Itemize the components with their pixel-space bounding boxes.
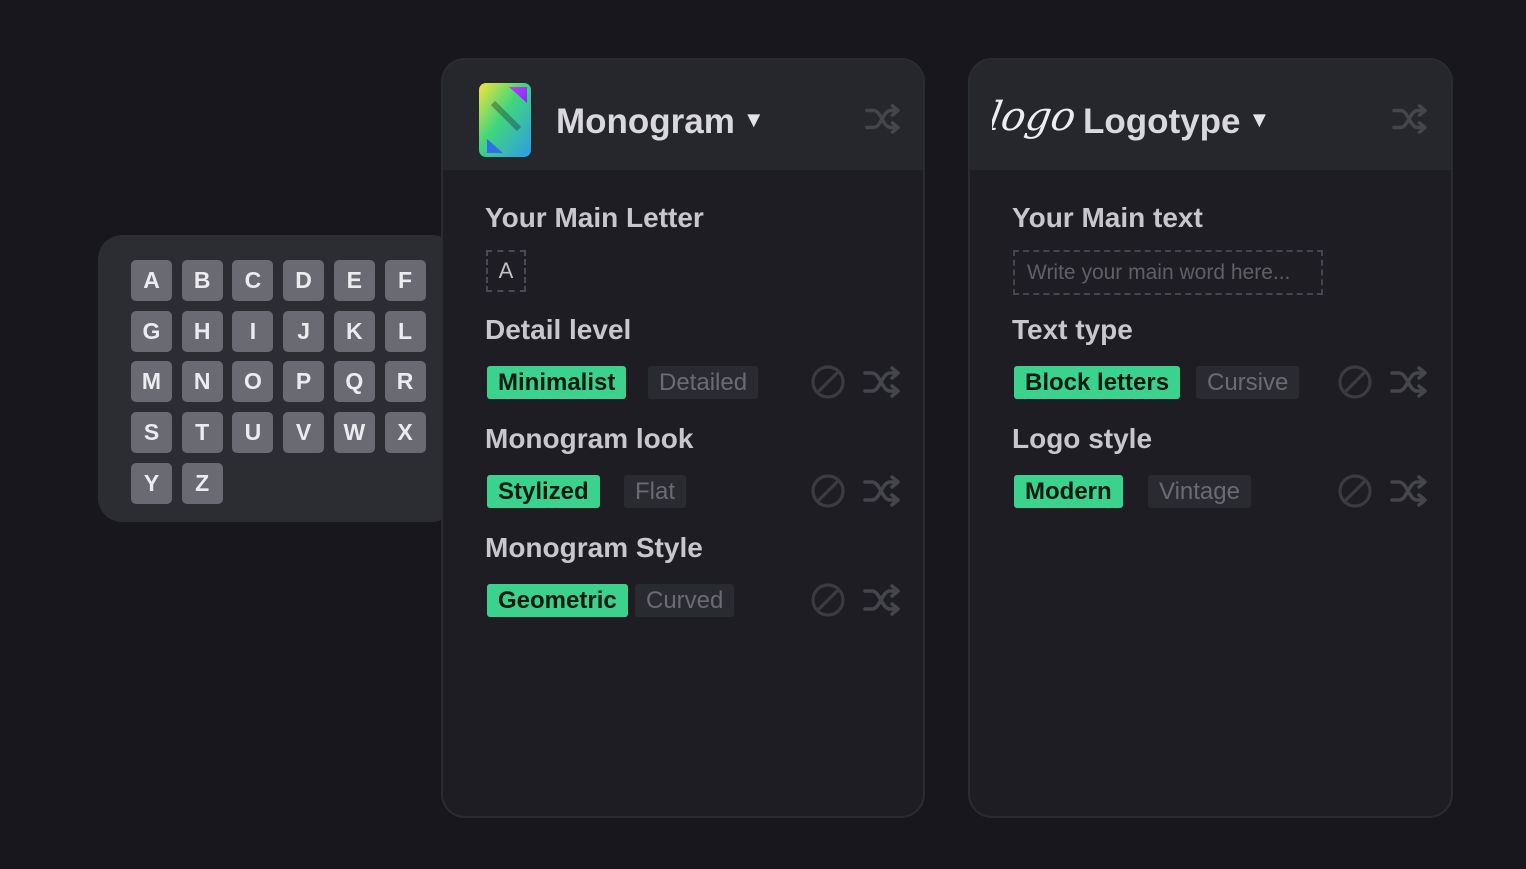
monogram-type-dropdown[interactable]: Monogram ▼: [556, 100, 765, 142]
monogram-card-header: Monogram ▼: [443, 60, 923, 170]
letter-key-b[interactable]: B: [181, 260, 223, 301]
letter-key-w[interactable]: W: [333, 412, 375, 454]
letter-key-a[interactable]: A: [131, 260, 172, 301]
letter-key-f[interactable]: F: [384, 260, 426, 301]
monogram-style-option-active[interactable]: Geometric: [487, 584, 628, 617]
logo-style-option-inactive[interactable]: Vintage: [1148, 475, 1251, 508]
main-text-input[interactable]: Write your main word here...: [1013, 250, 1323, 295]
letter-key-o[interactable]: O: [232, 361, 274, 403]
block-icon[interactable]: [810, 473, 846, 509]
letter-key-z[interactable]: Z: [181, 462, 223, 504]
monogram-style-label: Monogram Style: [485, 532, 703, 563]
shuffle-icon[interactable]: [862, 473, 902, 509]
letter-picker-popover: ABCDEF GHIJKL MNOPQR STUVWX YZ: [98, 235, 470, 522]
shuffle-icon[interactable]: [1389, 473, 1429, 509]
monogram-look-label: Monogram look: [485, 423, 694, 454]
monogram-look-option-inactive[interactable]: Flat: [624, 475, 687, 508]
block-icon[interactable]: [810, 582, 846, 618]
letter-key-l[interactable]: L: [384, 310, 426, 352]
logotype-type-dropdown[interactable]: Logotype ▼: [1083, 100, 1270, 142]
letter-key-e[interactable]: E: [333, 260, 375, 301]
text-type-label: Text type: [1012, 314, 1133, 345]
letter-key-p[interactable]: P: [283, 361, 325, 403]
text-type-option-active[interactable]: Block letters: [1014, 366, 1181, 399]
logotype-title: Logotype: [1083, 102, 1241, 141]
letter-key-k[interactable]: K: [333, 310, 375, 352]
shuffle-icon[interactable]: [862, 582, 902, 618]
letter-key-u[interactable]: U: [232, 412, 274, 454]
main-letter-input[interactable]: A: [486, 250, 526, 292]
detail-level-label: Detail level: [485, 314, 632, 345]
logo-script-icon: logo: [992, 93, 1076, 140]
monogram-look-option-active[interactable]: Stylized: [487, 475, 600, 508]
shuffle-all-icon[interactable]: [1391, 102, 1429, 136]
letter-key-i[interactable]: I: [232, 310, 274, 352]
text-type-option-inactive[interactable]: Cursive: [1196, 366, 1300, 399]
letter-key-v[interactable]: V: [283, 412, 325, 454]
monogram-card: Monogram ▼ Your Main Letter A Detail leve…: [441, 58, 925, 818]
monogram-style-option-inactive[interactable]: Curved: [635, 584, 735, 617]
letter-key-n[interactable]: N: [181, 361, 223, 403]
letter-key-r[interactable]: R: [384, 361, 426, 403]
logotype-card: logo Logotype ▼ Your Main text Write your…: [968, 58, 1453, 818]
shuffle-all-icon[interactable]: [864, 102, 902, 136]
caret-down-icon: ▼: [1248, 107, 1271, 132]
svg-text:logo: logo: [992, 93, 1076, 140]
detail-level-option-active[interactable]: Minimalist: [487, 366, 627, 399]
block-icon[interactable]: [1337, 364, 1373, 400]
main-text-label: Your Main text: [1012, 202, 1203, 233]
logo-style-label: Logo style: [1012, 423, 1153, 454]
block-icon[interactable]: [1337, 473, 1373, 509]
letter-key-m[interactable]: M: [131, 361, 172, 403]
letter-key-h[interactable]: H: [181, 310, 223, 352]
letter-key-x[interactable]: X: [384, 412, 426, 454]
gradient-s-logo-icon: [479, 83, 531, 157]
logotype-card-header: logo Logotype ▼: [970, 60, 1451, 170]
logo-style-option-active[interactable]: Modern: [1014, 475, 1123, 508]
caret-down-icon: ▼: [742, 107, 765, 132]
shuffle-icon[interactable]: [862, 364, 902, 400]
letter-key-c[interactable]: C: [232, 260, 274, 301]
letter-key-d[interactable]: D: [283, 260, 325, 301]
letter-key-j[interactable]: J: [283, 310, 325, 352]
letter-key-s[interactable]: S: [131, 412, 172, 454]
letter-key-g[interactable]: G: [131, 310, 172, 352]
letter-key-t[interactable]: T: [181, 412, 223, 454]
letter-key-y[interactable]: Y: [131, 462, 172, 504]
letter-key-q[interactable]: Q: [333, 361, 375, 403]
main-letter-label: Your Main Letter: [485, 202, 704, 233]
monogram-title: Monogram: [556, 102, 735, 141]
shuffle-icon[interactable]: [1389, 364, 1429, 400]
block-icon[interactable]: [810, 364, 846, 400]
detail-level-option-inactive[interactable]: Detailed: [648, 366, 759, 399]
